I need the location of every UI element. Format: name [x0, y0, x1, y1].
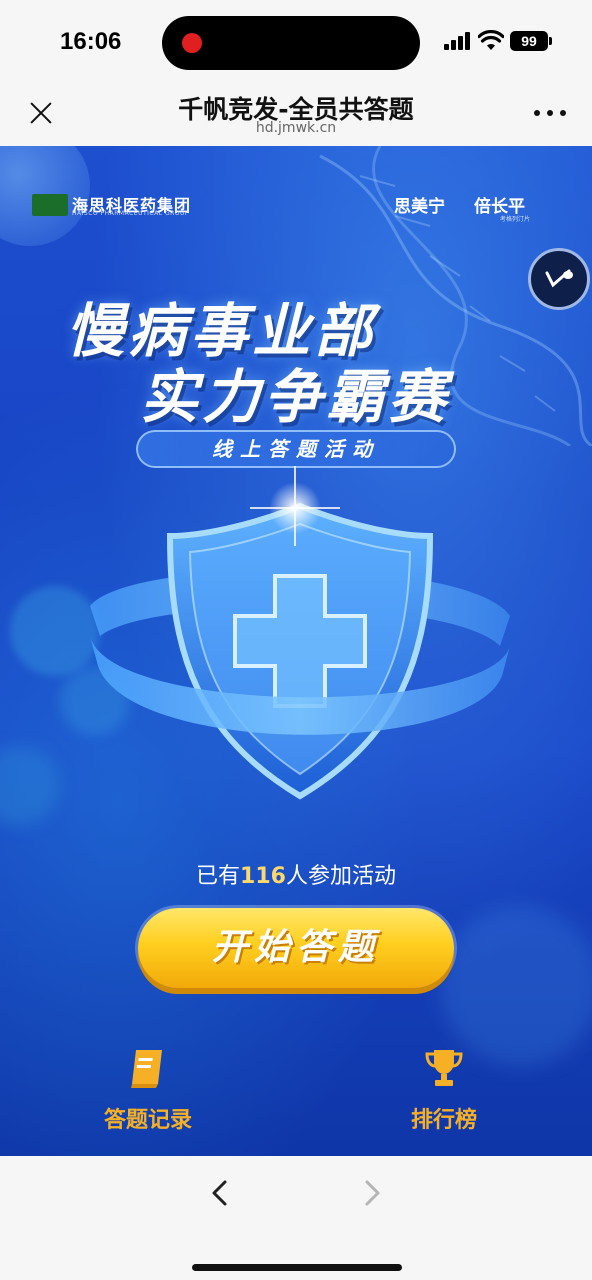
- dynamic-island: [162, 16, 420, 70]
- participant-prefix: 已有: [196, 864, 241, 889]
- participant-count: 已有116人参加活动: [0, 858, 592, 890]
- tab-leaderboard-label: 排行榜: [410, 1108, 477, 1133]
- decor-bubble: [0, 746, 60, 826]
- decor-bubble: [440, 906, 592, 1066]
- trophy-icon: [425, 1050, 463, 1086]
- status-bar: 16:06 99: [0, 0, 592, 86]
- status-time: 16:06: [60, 28, 122, 55]
- tab-quiz-records-label: 答题记录: [103, 1108, 192, 1133]
- shield-cross-illustration: [90, 466, 510, 800]
- wifi-icon: [478, 30, 504, 50]
- title-line-2: 实力争霸赛: [140, 363, 451, 431]
- participant-number: 116: [240, 864, 286, 889]
- tab-leaderboard[interactable]: 排行榜: [374, 1046, 514, 1146]
- music-toggle-button[interactable]: [528, 248, 590, 310]
- subtitle-pill: 线上答题活动: [136, 430, 456, 468]
- music-note-icon: [545, 269, 573, 288]
- signal-icon: [444, 32, 472, 50]
- book-icon: [131, 1050, 162, 1088]
- recording-dot-icon: [182, 33, 202, 53]
- tab-quiz-records[interactable]: 答题记录: [78, 1046, 218, 1146]
- brand-logo-right-sub: 考格列汀片: [500, 216, 531, 223]
- battery-icon: 99: [510, 31, 552, 51]
- haisco-logo-icon: [32, 194, 68, 216]
- page-domain: hd.jmwk.cn: [255, 120, 337, 136]
- company-name-en: HAISCO PHARMACEUTICAL GROUP: [72, 210, 189, 217]
- participant-suffix: 人参加活动: [285, 864, 396, 889]
- browser-nav-bar: 千帆竞发-全员共答题 hd.jmwk.cn: [0, 86, 592, 146]
- app-screen: 16:06 99 千帆竞发-全员共答题 hd.jmwk.cn 海思科医药集团 H…: [0, 0, 592, 1280]
- chevron-left-icon[interactable]: [206, 1178, 236, 1208]
- home-indicator[interactable]: [192, 1264, 402, 1271]
- more-button[interactable]: [534, 110, 566, 118]
- chevron-right-icon[interactable]: [356, 1178, 386, 1208]
- start-quiz-button[interactable]: 开始答题: [138, 908, 454, 988]
- activity-banner: 海思科医药集团 HAISCO PHARMACEUTICAL GROUP 思美宁 …: [0, 146, 592, 1156]
- browser-bottom-bar: [0, 1156, 592, 1280]
- company-logo: 海思科医药集团 HAISCO PHARMACEUTICAL GROUP: [32, 194, 212, 220]
- brand-logo-left: 思美宁: [394, 197, 445, 217]
